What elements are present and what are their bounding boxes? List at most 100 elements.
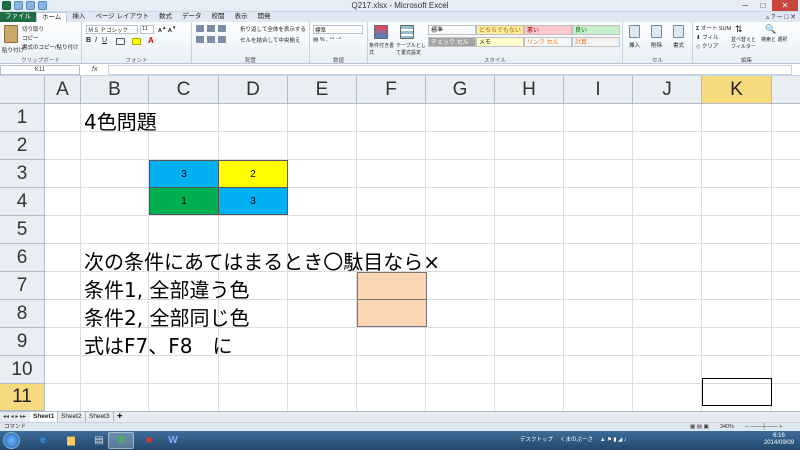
cell-b8[interactable]: 条件2, 全部同じ色 bbox=[84, 302, 249, 331]
conditional-format-icon[interactable] bbox=[374, 25, 388, 39]
formula-input[interactable] bbox=[108, 65, 792, 75]
column-header-i[interactable]: I bbox=[564, 76, 633, 104]
tab-formulas[interactable]: 数式 bbox=[154, 12, 177, 22]
borders-icon[interactable] bbox=[116, 38, 125, 45]
style-check-cell[interactable]: チェック セル bbox=[428, 37, 476, 47]
style-neutral[interactable]: どちらでもない bbox=[476, 25, 524, 35]
column-header-e[interactable]: E bbox=[288, 76, 357, 104]
row-header-4[interactable]: 4 bbox=[0, 188, 45, 216]
cell-c4[interactable]: 1 bbox=[149, 187, 219, 215]
word-icon[interactable]: W bbox=[160, 432, 186, 449]
cell-d4[interactable]: 3 bbox=[218, 187, 288, 215]
cell-b9[interactable]: 式はF7、F8 に bbox=[84, 330, 232, 359]
close-button[interactable]: ✕ bbox=[772, 0, 798, 11]
column-header-k[interactable]: K bbox=[702, 76, 772, 104]
table-format-icon[interactable] bbox=[400, 25, 414, 39]
row-header-11[interactable]: 11 bbox=[0, 384, 45, 411]
paste-button[interactable]: 貼り付け bbox=[2, 46, 24, 54]
wrap-text-button[interactable]: 折り返して全体を表示する bbox=[240, 25, 306, 33]
style-normal[interactable]: 標準 bbox=[428, 25, 476, 35]
column-header-g[interactable]: G bbox=[426, 76, 495, 104]
tab-page-layout[interactable]: ページ レイアウト bbox=[90, 12, 154, 22]
column-header-a[interactable]: A bbox=[45, 76, 81, 104]
column-header-h[interactable]: H bbox=[495, 76, 564, 104]
underline-button[interactable]: U bbox=[102, 37, 107, 44]
font-name-select[interactable]: ＭＳ Ｐゴシック bbox=[86, 25, 138, 34]
column-header-next[interactable] bbox=[772, 76, 800, 104]
insert-sheet-icon[interactable]: ✚ bbox=[114, 412, 125, 422]
cell-c3[interactable]: 3 bbox=[149, 160, 219, 188]
cell-f7[interactable] bbox=[357, 272, 427, 300]
start-button-icon[interactable] bbox=[3, 432, 20, 449]
row-header-7[interactable]: 7 bbox=[0, 272, 45, 300]
tray-app[interactable]: くまのぷーさ bbox=[560, 431, 593, 450]
merge-center-button[interactable]: セルを結合して中央揃え bbox=[240, 36, 300, 44]
align-left-icon[interactable] bbox=[196, 36, 226, 43]
insert-function-button[interactable]: fx bbox=[92, 64, 97, 76]
format-cells-button[interactable]: 書式 bbox=[673, 41, 684, 49]
format-cells-icon[interactable] bbox=[673, 25, 684, 38]
tab-developer[interactable]: 開発 bbox=[253, 12, 276, 22]
sort-filter-button[interactable]: 並べ替えと フィルター bbox=[731, 36, 759, 50]
number-format-select[interactable]: 標準 bbox=[313, 25, 363, 34]
cell-b1[interactable]: 4色問題 bbox=[84, 106, 157, 135]
sheet-tab-sheet2[interactable]: Sheet2 bbox=[58, 412, 86, 422]
tab-view[interactable]: 表示 bbox=[230, 12, 253, 22]
help-icon[interactable]: ▵ ? ─ □ ✕ bbox=[766, 13, 796, 21]
font-color-icon[interactable]: A bbox=[148, 36, 154, 45]
tab-review[interactable]: 校閲 bbox=[207, 12, 230, 22]
autosum-button[interactable]: Σ オート SUM bbox=[696, 24, 731, 32]
tray-desktop[interactable]: デスクトップ bbox=[520, 431, 553, 450]
sort-filter-icon[interactable]: ⇅ bbox=[735, 24, 743, 35]
row-header-10[interactable]: 10 bbox=[0, 356, 45, 384]
find-select-button[interactable]: 検索と 選択 bbox=[761, 36, 789, 43]
column-header-d[interactable]: D bbox=[219, 76, 288, 104]
fill-color-icon[interactable] bbox=[132, 38, 141, 45]
copy-button[interactable]: コピー bbox=[22, 34, 39, 42]
app-red-icon[interactable]: ■ bbox=[136, 432, 162, 449]
name-box[interactable]: K11 bbox=[0, 65, 80, 75]
style-bad[interactable]: 悪い bbox=[524, 25, 572, 35]
cell-b6[interactable]: 次の条件にあてはまるとき〇駄目なら× bbox=[84, 246, 440, 275]
style-linked-cell[interactable]: リンク セル bbox=[524, 37, 572, 47]
font-size-select[interactable]: 11 bbox=[140, 25, 154, 34]
cell-b7[interactable]: 条件1, 全部違う色 bbox=[84, 274, 249, 303]
cell-d3[interactable]: 2 bbox=[218, 160, 288, 188]
format-painter-button[interactable]: 書式のコピー/貼り付け bbox=[22, 43, 79, 51]
grow-font-icon[interactable]: A▲ A▼ bbox=[158, 25, 176, 34]
table-format-button[interactable]: テーブルとして書式設定 bbox=[396, 42, 426, 56]
column-header-f[interactable]: F bbox=[357, 76, 426, 104]
active-cell-selection[interactable] bbox=[702, 378, 772, 406]
row-header-2[interactable]: 2 bbox=[0, 132, 45, 160]
column-header-b[interactable]: B bbox=[81, 76, 149, 104]
tray-icons[interactable]: ▲ ⚑ ▮ ◢ ♪ bbox=[600, 431, 627, 450]
cell-f8[interactable] bbox=[357, 299, 427, 327]
tab-insert[interactable]: 挿入 bbox=[67, 12, 90, 22]
find-icon[interactable]: 🔍 bbox=[765, 24, 776, 35]
currency-icon[interactable]: ▤ % , ⁺⁰ ⁻⁰ bbox=[313, 37, 341, 43]
sheet-tab-sheet3[interactable]: Sheet3 bbox=[86, 412, 114, 422]
style-calculation[interactable]: 計算 bbox=[572, 37, 620, 47]
tab-home[interactable]: ホーム bbox=[36, 12, 68, 22]
tab-data[interactable]: データ bbox=[177, 12, 207, 22]
style-good[interactable]: 良い bbox=[572, 25, 620, 35]
align-top-icon[interactable] bbox=[196, 25, 226, 32]
ie-icon[interactable]: e bbox=[30, 432, 56, 449]
tab-file[interactable]: ファイル bbox=[0, 12, 36, 22]
bold-button[interactable]: B bbox=[86, 37, 91, 44]
row-header-8[interactable]: 8 bbox=[0, 300, 45, 328]
cut-button[interactable]: 切り取り bbox=[22, 25, 44, 33]
delete-cells-icon[interactable] bbox=[651, 25, 662, 38]
row-header-3[interactable]: 3 bbox=[0, 160, 45, 188]
conditional-format-button[interactable]: 条件付き書式 bbox=[369, 42, 395, 56]
insert-cells-button[interactable]: 挿入 bbox=[629, 41, 640, 49]
column-header-c[interactable]: C bbox=[149, 76, 219, 104]
sheet-tab-sheet1[interactable]: Sheet1 bbox=[30, 412, 59, 422]
italic-button[interactable]: I bbox=[95, 37, 97, 44]
row-header-5[interactable]: 5 bbox=[0, 216, 45, 244]
column-header-j[interactable]: J bbox=[633, 76, 702, 104]
folder-icon[interactable]: ▆ bbox=[58, 432, 84, 449]
fill-button[interactable]: ⬇ フィル bbox=[696, 33, 719, 41]
excel-taskbar-icon[interactable]: X bbox=[108, 432, 134, 449]
insert-cells-icon[interactable] bbox=[629, 25, 640, 38]
